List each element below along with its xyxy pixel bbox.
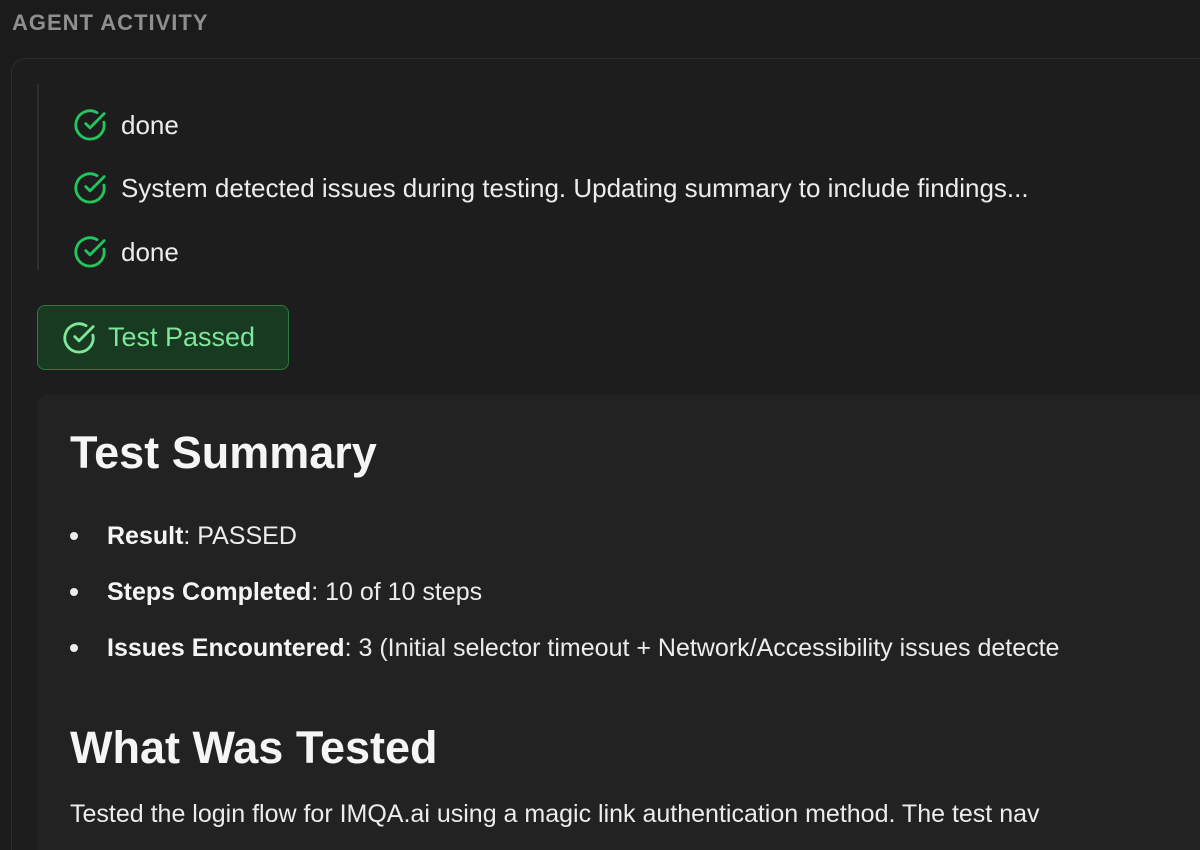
summary-list: Result : PASSED Steps Completed : 10 of … bbox=[70, 508, 1059, 676]
check-circle-icon bbox=[73, 235, 107, 269]
activity-log-item: System detected issues during testing. U… bbox=[73, 171, 1029, 205]
activity-log-text: done bbox=[121, 109, 179, 140]
activity-log-item: done bbox=[73, 235, 179, 269]
summary-item-key: Issues Encountered bbox=[107, 633, 345, 662]
summary-item-issues: Issues Encountered : 3 (Initial selector… bbox=[70, 620, 1059, 676]
section-title: AGENT ACTIVITY bbox=[12, 10, 209, 35]
summary-heading: Test Summary bbox=[70, 427, 377, 478]
summary-item-key: Steps Completed bbox=[107, 577, 312, 606]
summary-item-steps: Steps Completed : 10 of 10 steps bbox=[70, 564, 1059, 620]
agent-activity-page: AGENT ACTIVITY done System detected issu… bbox=[0, 0, 1200, 850]
what-was-tested-heading: What Was Tested bbox=[70, 722, 438, 773]
check-circle-icon bbox=[73, 171, 107, 205]
activity-log-item: done bbox=[73, 108, 179, 142]
badge-label: Test Passed bbox=[108, 322, 256, 352]
test-passed-badge: Test Passed bbox=[37, 305, 289, 370]
activity-log-rail bbox=[37, 84, 39, 270]
summary-item-value: : 3 (Initial selector timeout + Network/… bbox=[344, 633, 1060, 662]
bullet-dot bbox=[70, 532, 78, 540]
bullet-dot bbox=[70, 588, 78, 596]
what-was-tested-text: Tested the login flow for IMQA.ai using … bbox=[70, 800, 1040, 828]
activity-log-text: System detected issues during testing. U… bbox=[121, 172, 1029, 203]
check-circle-icon bbox=[62, 321, 96, 355]
summary-item-value: : PASSED bbox=[183, 521, 297, 550]
bullet-dot bbox=[70, 644, 78, 652]
summary-item-value: : 10 of 10 steps bbox=[311, 577, 483, 606]
summary-item-result: Result : PASSED bbox=[70, 508, 1059, 564]
activity-log-text: done bbox=[121, 236, 179, 267]
summary-item-key: Result bbox=[107, 521, 184, 550]
check-circle-icon bbox=[73, 108, 107, 142]
